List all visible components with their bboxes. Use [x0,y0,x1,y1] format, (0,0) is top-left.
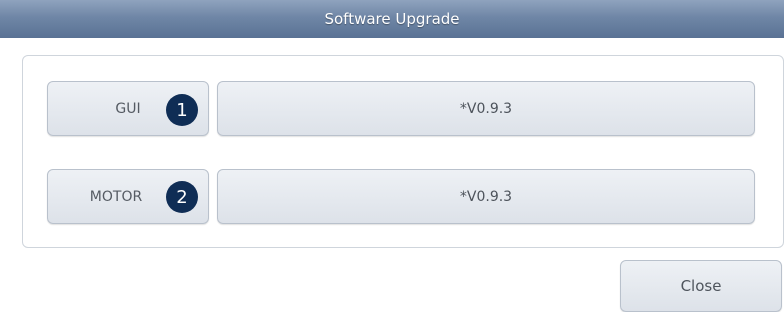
close-button[interactable]: Close [620,260,782,312]
close-label: Close [680,277,722,295]
window-title: Software Upgrade [0,0,784,38]
callout-badge-2: 2 [166,181,198,213]
gui-version-field: *V0.9.3 [217,81,755,136]
callout-badge-1: 1 [166,94,198,126]
gui-version: *V0.9.3 [459,100,513,117]
motor-version-field: *V0.9.3 [217,169,755,224]
motor-version: *V0.9.3 [459,188,513,205]
gui-label: GUI [115,100,141,117]
motor-label: MOTOR [89,188,143,205]
